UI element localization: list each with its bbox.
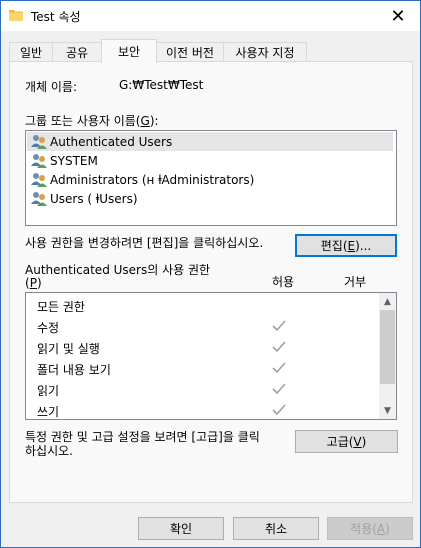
tab-sharing[interactable]: 공유 [52, 42, 102, 62]
folder-icon [9, 10, 23, 21]
checkmark-icon [272, 383, 286, 395]
close-icon: ✕ [390, 5, 406, 27]
users-icon [31, 191, 47, 206]
table-row: 모든 권한 [37, 300, 85, 314]
allow-header: 허용 [272, 275, 295, 289]
scroll-thumb[interactable] [380, 310, 395, 384]
checkmark-icon [272, 341, 286, 353]
checkmark-icon [272, 404, 286, 416]
table-row: 쓰기 [27, 400, 377, 419]
table-row: 읽기 및 실행 [27, 337, 377, 358]
list-item[interactable]: SYSTEM [27, 151, 393, 170]
deny-header: 거부 [344, 275, 367, 289]
permissions-title: Authenticated Users의 사용 권한 [25, 263, 211, 277]
tab-strip: 일반 공유 보안 이전 버전 사용자 지정 [9, 39, 413, 63]
edit-hint: 사용 권한을 변경하려면 [편집]을 클릭하십시오. [25, 236, 264, 250]
security-panel: 개체 이름: G:₩Test₩Test 그룹 또는 사용자 이름(G): Aut… [9, 61, 413, 503]
close-button[interactable]: ✕ [376, 1, 420, 31]
checkmark-icon [272, 362, 286, 374]
groups-label: 그룹 또는 사용자 이름(G): [25, 114, 159, 128]
cancel-button[interactable]: 취소 [233, 517, 319, 540]
list-item[interactable]: Administrators (ʜ ⱡAdministrators) [27, 170, 393, 189]
properties-dialog: Test 속성 ✕ 일반 공유 보안 이전 버전 사용자 지정 개체 이름: G… [0, 0, 421, 548]
permissions-scrollbar[interactable]: ▲ ▼ [379, 293, 396, 419]
list-item[interactable]: Authenticated Users [27, 132, 393, 151]
permissions-list[interactable]: 모든 권한 수정 읽기 및 실행 폴더 내용 보기 읽기 쓰기 ▲ ▼ [25, 292, 397, 420]
tab-security[interactable]: 보안 [101, 39, 157, 63]
list-item[interactable]: Users ( ⱡUsers) [27, 189, 393, 208]
tab-customize[interactable]: 사용자 지정 [223, 42, 307, 62]
chevron-down-icon: ▼ [384, 405, 391, 416]
title-bar: Test 속성 ✕ [1, 1, 420, 31]
tab-previous-versions[interactable]: 이전 버전 [156, 42, 224, 62]
object-name-label: 개체 이름: [25, 80, 78, 94]
advanced-button[interactable]: 고급(V) [295, 430, 398, 453]
object-name-value: G:₩Test₩Test [119, 78, 204, 92]
permissions-access-key: (P) [25, 276, 42, 290]
users-icon [31, 172, 47, 187]
advanced-hint-line2: 하십시오. [25, 444, 73, 458]
edit-button[interactable]: 편집(E)... [295, 234, 397, 257]
users-icon [31, 153, 47, 168]
groups-list[interactable]: Authenticated Users SYSTEM Administrator… [25, 130, 397, 226]
users-icon [31, 134, 47, 149]
table-row: 읽기 [27, 379, 377, 400]
ok-button[interactable]: 확인 [138, 517, 224, 540]
chevron-up-icon: ▲ [384, 296, 391, 307]
window-title: Test 속성 [31, 10, 81, 24]
checkmark-icon [272, 320, 286, 332]
table-row: 수정 [27, 316, 377, 337]
scroll-up-arrow[interactable]: ▲ [379, 293, 396, 310]
scroll-down-arrow[interactable]: ▼ [379, 402, 396, 419]
tab-general[interactable]: 일반 [9, 42, 53, 62]
apply-button[interactable]: 적용(A) [327, 517, 413, 540]
table-row: 폴더 내용 보기 [27, 358, 377, 379]
